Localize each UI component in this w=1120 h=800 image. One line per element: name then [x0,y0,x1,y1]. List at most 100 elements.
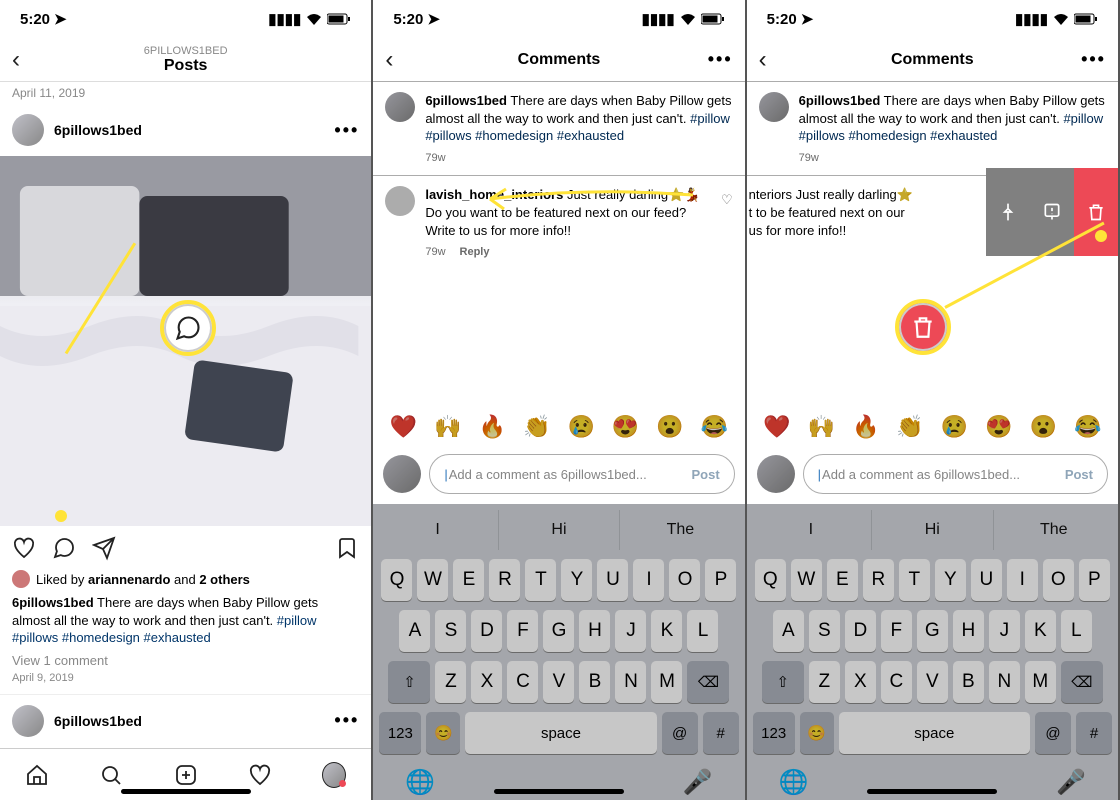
back-icon[interactable]: ‹ [385,46,393,74]
pin-comment-button[interactable] [986,168,1030,256]
key[interactable]: L [687,610,718,652]
key[interactable]: X [471,661,502,703]
post-username[interactable]: 6pillows1bed [54,713,334,729]
mic-icon[interactable]: 🎤 [1056,768,1086,797]
key[interactable]: U [597,559,628,601]
key[interactable]: A [399,610,430,652]
emoji[interactable]: ❤️ [763,414,790,440]
add-post-icon[interactable] [174,763,198,787]
space-key[interactable]: space [839,712,1030,754]
globe-icon[interactable]: 🌐 [405,768,435,797]
back-icon[interactable]: ‹ [12,46,20,74]
key[interactable]: R [489,559,520,601]
avatar[interactable] [12,114,44,146]
key[interactable]: Y [561,559,592,601]
emoji[interactable]: 👏 [523,414,550,440]
key[interactable]: C [507,661,538,703]
comment-input[interactable]: |Add a comment as 6pillows1bed... Post [429,454,734,494]
numbers-key[interactable]: 123 [379,712,421,754]
home-indicator[interactable] [121,789,251,794]
key[interactable]: H [579,610,610,652]
more-icon[interactable]: ••• [1081,49,1106,70]
share-icon[interactable] [92,536,116,560]
avatar[interactable] [385,186,415,216]
like-comment-icon[interactable]: ♡ [721,186,733,208]
home-icon[interactable] [25,763,49,787]
avatar[interactable] [12,705,44,737]
key[interactable]: I [633,559,664,601]
prediction[interactable]: The [994,510,1114,550]
more-icon[interactable]: ••• [334,710,359,731]
space-key[interactable]: space [465,712,656,754]
emoji[interactable]: 🔥 [479,414,506,440]
key[interactable]: O [669,559,700,601]
shift-key[interactable]: ⇧ [388,661,430,703]
comment-icon[interactable] [52,536,76,560]
heart-icon[interactable] [12,536,36,560]
backspace-key[interactable]: ⌫ [687,661,729,703]
reply-link[interactable]: Reply [460,245,490,260]
key[interactable]: B [579,661,610,703]
key[interactable]: E [453,559,484,601]
profile-icon[interactable] [322,763,346,787]
emoji[interactable]: ❤️ [390,414,417,440]
delete-comment-button[interactable] [1074,168,1118,256]
emoji-key[interactable]: 😊 [426,712,460,754]
prediction[interactable]: I [377,510,498,550]
emoji[interactable]: 😂 [1074,414,1101,440]
emoji[interactable]: 😮 [1030,414,1057,440]
key[interactable]: W [417,559,448,601]
key[interactable]: M [651,661,682,703]
globe-icon[interactable]: 🌐 [779,768,809,797]
view-comments-link[interactable]: View 1 comment [0,651,371,670]
post-username[interactable]: 6pillows1bed [54,122,334,138]
key[interactable]: G [543,610,574,652]
emoji[interactable]: 😮 [656,414,683,440]
comment-input[interactable]: |Add a comment as 6pillows1bed... Post [803,454,1108,494]
key[interactable]: K [651,610,682,652]
more-icon[interactable]: ••• [334,120,359,141]
prediction[interactable]: Hi [499,510,620,550]
likes-row[interactable]: Liked by ariannenardo and 2 others [0,570,371,594]
home-indicator[interactable] [494,789,624,794]
emoji-key[interactable]: 😊 [800,712,834,754]
bookmark-icon[interactable] [335,536,359,560]
emoji[interactable]: 😢 [941,414,968,440]
key[interactable]: S [435,610,466,652]
post-button[interactable]: Post [691,467,719,482]
search-icon[interactable] [99,763,123,787]
shift-key[interactable]: ⇧ [762,661,804,703]
key[interactable]: P [705,559,736,601]
key[interactable]: T [525,559,556,601]
emoji[interactable]: 🔥 [852,414,879,440]
prediction[interactable]: The [620,510,740,550]
home-indicator[interactable] [867,789,997,794]
emoji[interactable]: 😢 [567,414,594,440]
emoji[interactable]: 😂 [701,414,728,440]
avatar[interactable] [385,92,415,122]
hash-key[interactable]: # [703,712,739,754]
emoji[interactable]: 🙌 [434,414,461,440]
key[interactable]: J [615,610,646,652]
at-key[interactable]: @ [662,712,698,754]
emoji[interactable]: 😍 [612,414,639,440]
numbers-key[interactable]: 123 [753,712,795,754]
prediction[interactable]: Hi [872,510,993,550]
key[interactable]: Q [381,559,412,601]
key[interactable]: N [615,661,646,703]
key[interactable]: V [543,661,574,703]
emoji[interactable]: 👏 [896,414,923,440]
back-icon[interactable]: ‹ [759,46,767,74]
avatar[interactable] [759,92,789,122]
emoji[interactable]: 🙌 [808,414,835,440]
prediction[interactable]: I [751,510,872,550]
backspace-key[interactable]: ⌫ [1061,661,1103,703]
mic-icon[interactable]: 🎤 [683,768,713,797]
key[interactable]: D [471,610,502,652]
more-icon[interactable]: ••• [708,49,733,70]
emoji[interactable]: 😍 [985,414,1012,440]
activity-icon[interactable] [248,763,272,787]
post-button[interactable]: Post [1065,467,1093,482]
key[interactable]: Z [435,661,466,703]
key[interactable]: F [507,610,538,652]
